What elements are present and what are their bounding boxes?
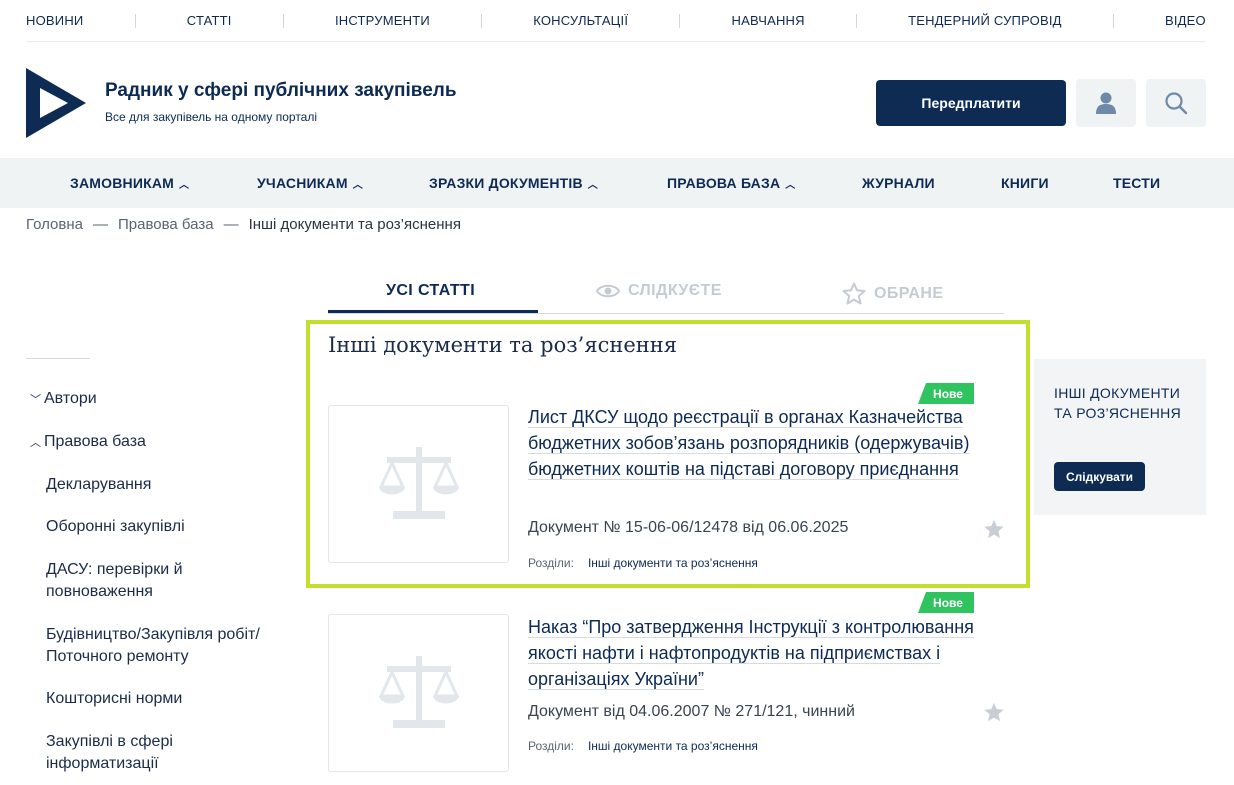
sidebar-divider [26, 358, 90, 359]
article-document-info: Документ № 15-06-06/12478 від 06.06.2025 [528, 519, 849, 536]
subscribe-button[interactable]: Передплатити [876, 80, 1066, 126]
article-sections: Розділи: Інші документи та роз’яснення [528, 739, 758, 753]
new-badge: Нове [918, 592, 974, 613]
main-nav-journals[interactable]: ЖУРНАЛИ [862, 158, 935, 208]
sidebar-item-authors[interactable]: ﹀ Автори [30, 390, 97, 408]
site-logo[interactable] [26, 68, 86, 138]
sections-label: Розділи: [528, 739, 574, 753]
main-nav-legal-base[interactable]: ПРАВОВА БАЗА ︿ [667, 158, 795, 208]
search-icon [1165, 92, 1188, 115]
top-nav-tools[interactable]: ІНСТРУМЕНТИ [335, 13, 430, 28]
follow-button[interactable]: Слідкувати [1054, 462, 1145, 491]
account-button[interactable] [1076, 79, 1136, 127]
favorite-star-icon[interactable] [983, 518, 1005, 540]
eye-icon [596, 284, 620, 298]
sidebar-subitem-cost-norms[interactable]: Кошторисні норми [46, 688, 316, 710]
main-nav-label: УЧАСНИКАМ [257, 175, 348, 191]
sidebar-subitem-it-procurement[interactable]: Закупівлі в сфері інформатизації [46, 731, 246, 775]
chevron-up-icon: ︿ [30, 437, 41, 449]
article-tabs: УСІ СТАТТІ СЛІДКУЄТЕ ОБРАНЕ [328, 274, 1004, 314]
main-nav-customers[interactable]: ЗАМОВНИКАМ ︿ [70, 158, 189, 208]
search-button[interactable] [1146, 79, 1206, 127]
article-document-info: Документ від 04.06.2007 № 271/121, чинни… [528, 703, 855, 720]
nav-divider [679, 13, 681, 28]
main-nav-document-samples[interactable]: ЗРАЗКИ ДОКУМЕНТІВ ︿ [429, 158, 598, 208]
chevron-up-icon: ︿ [587, 179, 598, 191]
top-nav-news[interactable]: НОВИНИ [26, 13, 83, 28]
nav-divider [282, 13, 284, 28]
new-badge: Нове [918, 383, 974, 404]
tab-all-articles[interactable]: УСІ СТАТТІ [386, 282, 475, 300]
section-link[interactable]: Інші документи та роз’яснення [588, 556, 758, 570]
sidebar-item-legal-base[interactable]: ︿ Правова база [30, 433, 146, 451]
sidebar-subitem-declaration[interactable]: Декларування [46, 474, 316, 496]
sidebar-subitem-defense-procurement[interactable]: Оборонні закупівлі [46, 516, 316, 538]
chevron-up-icon: ︿ [785, 179, 796, 191]
user-icon [1096, 92, 1116, 114]
star-outline-icon [842, 282, 866, 305]
nav-divider [1112, 13, 1114, 28]
breadcrumb-current: Інші документи та роз’яснення [248, 216, 461, 233]
nav-divider [481, 13, 483, 28]
sidebar-item-label: Автори [44, 390, 97, 407]
tab-label: СЛІДКУЄТЕ [628, 282, 722, 299]
breadcrumb: Головна — Правова база — Інші документи … [26, 216, 461, 233]
tab-favorites[interactable]: ОБРАНЕ [842, 282, 943, 305]
main-nav-label: ЗАМОВНИКАМ [70, 175, 175, 191]
breadcrumb-home[interactable]: Головна [26, 216, 83, 233]
article-thumbnail[interactable] [328, 405, 509, 563]
site-title[interactable]: Радник у сфері публічних закупівель [105, 80, 457, 102]
top-nav-consultations[interactable]: КОНСУЛЬТАЦІЇ [533, 13, 628, 28]
main-nav-label: ЖУРНАЛИ [862, 175, 935, 191]
breadcrumb-legal-base[interactable]: Правова база [118, 216, 214, 233]
nav-divider [134, 13, 136, 28]
main-nav-label: КНИГИ [1001, 175, 1049, 191]
article-title-text: Наказ “Про затвердження Інструкції з кон… [528, 617, 974, 690]
sidebar-item-label: Правова база [44, 433, 146, 450]
tab-label: ОБРАНЕ [874, 284, 944, 302]
main-nav-participants[interactable]: УЧАСНИКАМ ︿ [257, 158, 363, 208]
main-navigation: ЗАМОВНИКАМ ︿ УЧАСНИКАМ ︿ ЗРАЗКИ ДОКУМЕНТ… [0, 158, 1234, 208]
main-nav-books[interactable]: КНИГИ [1001, 158, 1049, 208]
top-navigation: НОВИНИ СТАТТІ ІНСТРУМЕНТИ КОНСУЛЬТАЦІЇ Н… [26, 0, 1206, 42]
chevron-down-icon: ﹀ [30, 394, 41, 406]
section-link[interactable]: Інші документи та роз’яснення [588, 739, 758, 753]
breadcrumb-separator: — [223, 216, 239, 233]
nav-divider [855, 13, 857, 28]
main-nav-tests[interactable]: ТЕСТИ [1113, 158, 1160, 208]
top-nav-articles[interactable]: СТАТТІ [187, 13, 232, 28]
main-nav-label: ТЕСТИ [1113, 175, 1161, 191]
top-nav-video[interactable]: ВІДЕО [1165, 13, 1206, 28]
active-tab-indicator [328, 310, 538, 313]
follow-section-widget: ІНШІ ДОКУМЕНТИ ТА РОЗ’ЯСНЕННЯ Слідкувати [1034, 359, 1206, 515]
sections-label: Розділи: [528, 556, 574, 570]
article-title-link[interactable]: Лист ДКСУ щодо реєстрації в органах Казн… [528, 404, 978, 482]
site-tagline: Все для закупівель на одному порталі [105, 110, 318, 124]
main-nav-label: ПРАВОВА БАЗА [667, 175, 781, 191]
article-sections: Розділи: Інші документи та роз’яснення [528, 556, 758, 570]
tab-label: УСІ СТАТТІ [386, 282, 476, 299]
article-title-link[interactable]: Наказ “Про затвердження Інструкції з кон… [528, 614, 988, 692]
sidebar-subitem-construction[interactable]: Будівництво/Закупівля робіт/ Поточного р… [46, 624, 308, 668]
sidebar-subitem-dasu-inspections[interactable]: ДАСУ: перевірки й повноваження [46, 559, 246, 603]
chevron-up-icon: ︿ [179, 179, 190, 191]
article-title-text: Лист ДКСУ щодо реєстрації в органах Казн… [528, 407, 970, 480]
widget-title: ІНШІ ДОКУМЕНТИ ТА РОЗ’ЯСНЕННЯ [1054, 385, 1182, 421]
scales-icon [378, 656, 459, 728]
section-title: Інші документи та роз’яснення [328, 333, 678, 357]
chevron-up-icon: ︿ [352, 179, 363, 191]
favorite-star-icon[interactable] [983, 701, 1005, 723]
article-thumbnail[interactable] [328, 614, 509, 772]
tab-following[interactable]: СЛІДКУЄТЕ [596, 282, 722, 300]
scales-icon [378, 447, 459, 519]
main-nav-label: ЗРАЗКИ ДОКУМЕНТІВ [429, 175, 583, 191]
top-nav-tender-support[interactable]: ТЕНДЕРНИЙ СУПРОВІД [908, 13, 1062, 28]
top-nav-training[interactable]: НАВЧАННЯ [731, 13, 804, 28]
breadcrumb-separator: — [93, 216, 108, 233]
